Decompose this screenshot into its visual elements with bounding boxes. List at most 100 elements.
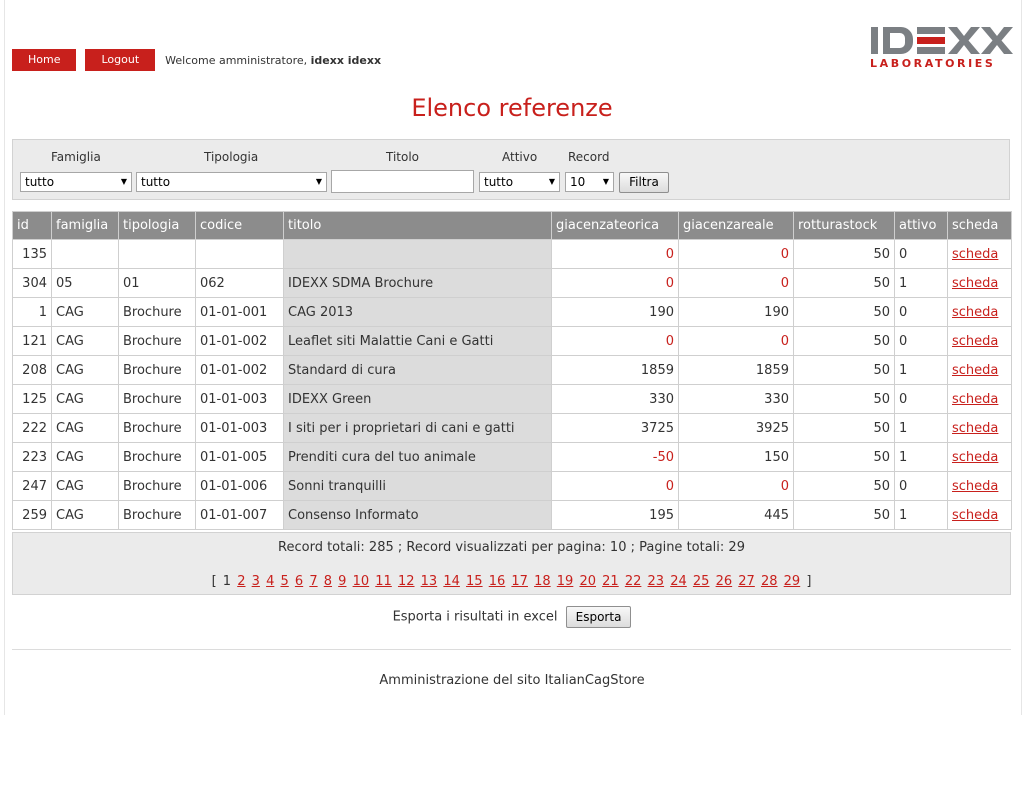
- record-select[interactable]: 10 ▼: [565, 172, 614, 192]
- cell-id: 247: [12, 471, 52, 501]
- page-link[interactable]: 5: [280, 574, 288, 589]
- table-row: 125 CAG Brochure 01-01-003 IDEXX Green 330 330…: [12, 384, 1012, 414]
- cell-giacenzateorica: 0: [551, 326, 679, 356]
- cell-scheda: scheda: [947, 413, 1012, 443]
- page-link[interactable]: 17: [511, 574, 528, 589]
- col-header-rotturastock: rotturastock: [793, 211, 895, 240]
- scheda-link[interactable]: scheda: [952, 305, 998, 320]
- page-link[interactable]: 26: [716, 574, 733, 589]
- cell-codice: 01-01-003: [195, 384, 284, 414]
- cell-giacenzareale: 1859: [678, 355, 794, 385]
- famiglia-select[interactable]: tutto ▼: [20, 172, 132, 192]
- titolo-input[interactable]: [331, 170, 474, 193]
- cell-famiglia: CAG: [51, 413, 119, 443]
- table-row: 135 0 0 50 0 scheda: [12, 239, 1012, 269]
- scheda-link[interactable]: scheda: [952, 508, 998, 523]
- cell-giacenzateorica: 190: [551, 297, 679, 327]
- logout-button[interactable]: Logout: [85, 49, 156, 71]
- cell-codice: 062: [195, 268, 284, 298]
- record-summary: Record totali: 285 ; Record visualizzati…: [278, 540, 745, 555]
- cell-giacenzateorica: 195: [551, 500, 679, 530]
- page-link[interactable]: 29: [784, 574, 801, 589]
- page-link[interactable]: 19: [557, 574, 574, 589]
- cell-giacenzateorica: -50: [551, 442, 679, 472]
- scheda-link[interactable]: scheda: [952, 334, 998, 349]
- scheda-link[interactable]: scheda: [952, 479, 998, 494]
- cell-attivo: 1: [894, 500, 948, 530]
- page-link[interactable]: 8: [324, 574, 332, 589]
- scheda-link[interactable]: scheda: [952, 247, 998, 262]
- cell-titolo: Consenso Informato: [283, 500, 552, 530]
- page-link[interactable]: 28: [761, 574, 778, 589]
- page-link[interactable]: 25: [693, 574, 710, 589]
- cell-titolo: Prenditi cura del tuo animale: [283, 442, 552, 472]
- cell-rotturastock: 50: [793, 442, 895, 472]
- cell-attivo: 0: [894, 384, 948, 414]
- page-link[interactable]: 9: [338, 574, 346, 589]
- page-link[interactable]: 22: [625, 574, 642, 589]
- page-link[interactable]: 24: [670, 574, 687, 589]
- filtra-button[interactable]: Filtra: [619, 172, 669, 193]
- col-header-attivo: attivo: [894, 211, 948, 240]
- cell-giacenzareale: 190: [678, 297, 794, 327]
- cell-attivo: 1: [894, 355, 948, 385]
- table-row: 1 CAG Brochure 01-01-001 CAG 2013 190 190 50 0 sc…: [12, 297, 1012, 327]
- cell-codice: 01-01-007: [195, 500, 284, 530]
- cell-codice: 01-01-002: [195, 326, 284, 356]
- page-link[interactable]: 2: [237, 574, 245, 589]
- cell-scheda: scheda: [947, 239, 1012, 269]
- attivo-select[interactable]: tutto ▼: [479, 172, 560, 192]
- page-link[interactable]: 18: [534, 574, 551, 589]
- scheda-link[interactable]: scheda: [952, 450, 998, 465]
- page-link[interactable]: 20: [579, 574, 596, 589]
- scheda-link[interactable]: scheda: [952, 363, 998, 378]
- page-link[interactable]: 7: [309, 574, 317, 589]
- cell-titolo: IDEXX SDMA Brochure: [283, 268, 552, 298]
- cell-titolo: I siti per i proprietari di cani e gatti: [283, 413, 552, 443]
- cell-famiglia: 05: [51, 268, 119, 298]
- cell-attivo: 0: [894, 471, 948, 501]
- cell-attivo: 0: [894, 239, 948, 269]
- scheda-link[interactable]: scheda: [952, 421, 998, 436]
- page-link[interactable]: 12: [398, 574, 415, 589]
- cell-giacenzateorica: 0: [551, 471, 679, 501]
- cell-giacenzareale: 0: [678, 239, 794, 269]
- page-link[interactable]: 6: [295, 574, 303, 589]
- pagination-panel: Record totali: 285 ; Record visualizzati…: [12, 532, 1011, 595]
- page-link[interactable]: 11: [375, 574, 392, 589]
- referenze-table: id famiglia tipologia codice titolo giac…: [12, 211, 1012, 530]
- page-link[interactable]: 23: [648, 574, 665, 589]
- table-row: 304 05 01 062 IDEXX SDMA Brochure 0 0 50 1 scheda: [12, 268, 1012, 298]
- cell-codice: 01-01-002: [195, 355, 284, 385]
- table-row: 208 CAG Brochure 01-01-002 Standard di cura 1…: [12, 355, 1012, 385]
- page-link[interactable]: 27: [738, 574, 755, 589]
- page-link[interactable]: 4: [266, 574, 274, 589]
- cell-scheda: scheda: [947, 471, 1012, 501]
- home-button[interactable]: Home: [12, 49, 77, 71]
- col-header-titolo: titolo: [283, 211, 552, 240]
- cell-famiglia: [51, 239, 119, 269]
- cell-id: 125: [12, 384, 52, 414]
- page-link[interactable]: 13: [421, 574, 438, 589]
- cell-giacenzareale: 3925: [678, 413, 794, 443]
- cell-giacenzareale: 0: [678, 268, 794, 298]
- export-label: Esporta i risultati in excel: [392, 609, 558, 625]
- page-link[interactable]: 3: [252, 574, 260, 589]
- cell-tipologia: Brochure: [118, 500, 196, 530]
- idexx-logo-mark: [871, 27, 1013, 54]
- col-header-giacenzateorica: giacenzateorica: [551, 211, 679, 240]
- cell-scheda: scheda: [947, 442, 1012, 472]
- tipologia-select[interactable]: tutto ▼: [136, 172, 327, 192]
- scheda-link[interactable]: scheda: [952, 276, 998, 291]
- cell-famiglia: CAG: [51, 297, 119, 327]
- cell-giacenzareale: 330: [678, 384, 794, 414]
- page-link[interactable]: 15: [466, 574, 483, 589]
- page-link[interactable]: 21: [602, 574, 619, 589]
- attivo-label: Attivo: [502, 150, 538, 164]
- page-link[interactable]: 14: [443, 574, 460, 589]
- cell-tipologia: Brochure: [118, 442, 196, 472]
- page-link[interactable]: 10: [353, 574, 370, 589]
- page-link[interactable]: 16: [489, 574, 506, 589]
- scheda-link[interactable]: scheda: [952, 392, 998, 407]
- esporta-button[interactable]: Esporta: [565, 606, 632, 628]
